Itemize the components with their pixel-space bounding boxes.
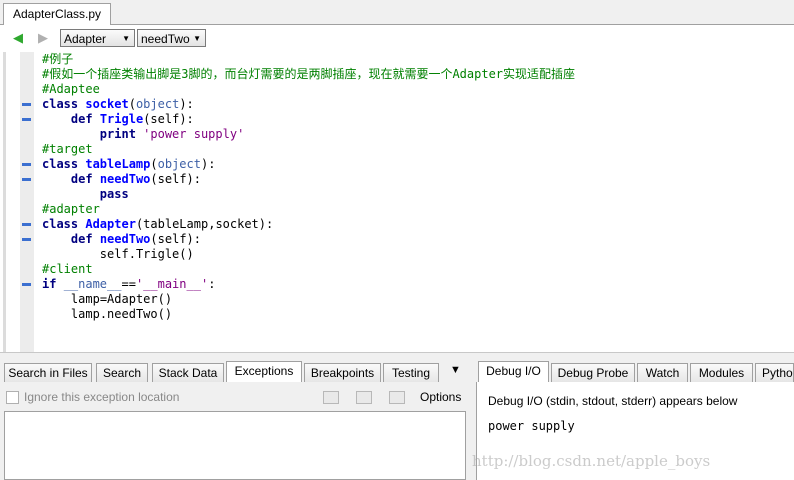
comment-token: #adapter: [42, 202, 100, 216]
definition-name-token: tableLamp: [85, 157, 151, 171]
fold-marker-icon[interactable]: [22, 283, 31, 286]
code-line: if __name__=='__main__':: [42, 277, 216, 291]
exception-icon[interactable]: [356, 391, 372, 404]
tab-breakpoints[interactable]: Breakpoints: [304, 363, 381, 382]
code-line: def needTwo(self):: [70, 232, 201, 246]
tab-search-in-files[interactable]: Search in Files: [4, 363, 92, 382]
ignore-exception-checkbox[interactable]: [6, 391, 19, 404]
tab-exceptions[interactable]: Exceptions: [226, 361, 302, 383]
comment-token: #client: [42, 262, 93, 276]
code-line: #例子: [42, 52, 575, 67]
panel-splitter[interactable]: [0, 352, 794, 361]
code-line: lamp.needTwo(): [70, 307, 173, 321]
comment-token: #例子: [42, 52, 74, 66]
code-line: #假如一个插座类输出脚是3脚的，而台灯需要的是两脚插座，现在就需要一个Adapt…: [42, 67, 575, 82]
code-line: def needTwo(self):: [70, 172, 201, 186]
editor-gutter: [0, 52, 34, 352]
string-token: '__main__': [135, 277, 209, 291]
code-line: class tableLamp(object):: [42, 157, 216, 171]
class-scope-dropdown[interactable]: Adapter ▼: [60, 29, 135, 47]
definition-name-token: Trigle: [99, 112, 144, 126]
comment-token: #假如一个插座类输出脚是3脚的，而台灯需要的是两脚插座，现在就需要一个Adapt…: [42, 67, 576, 81]
fold-marker-icon[interactable]: [22, 238, 31, 241]
fold-column: [20, 52, 34, 352]
exception-icon[interactable]: [389, 391, 405, 404]
editor-tab-bar: AdapterClass.py: [0, 0, 794, 26]
tab-modules[interactable]: Modules: [690, 363, 753, 382]
string-token: 'power supply': [143, 127, 245, 141]
watermark-text: http://blog.csdn.net/apple_boys: [472, 452, 711, 470]
fold-marker-icon[interactable]: [22, 178, 31, 181]
tool-tab-bar-right: Debug I/O Debug Probe Watch Modules Pyth…: [476, 361, 794, 383]
navigation-toolbar: ◀ ▶ Adapter ▼ needTwo ▼: [0, 25, 794, 52]
keyword-token: pass: [99, 187, 129, 201]
comment-token: #target: [42, 142, 93, 156]
keyword-token: def: [70, 232, 93, 246]
builtin-token: object: [135, 97, 180, 111]
keyword-token: class: [42, 97, 79, 111]
fold-marker-icon[interactable]: [22, 118, 31, 121]
builtin-token: __name__: [63, 277, 122, 291]
tool-tab-bar-left: Search in Files Search Stack Data Except…: [0, 361, 469, 383]
code-line: #target: [42, 142, 575, 157]
code-line: lamp=Adapter(): [70, 292, 173, 306]
code-line: class socket(object):: [42, 97, 194, 111]
keyword-token: print: [99, 127, 136, 141]
tab-search[interactable]: Search: [96, 363, 148, 382]
builtin-token: object: [157, 157, 201, 171]
code-editor[interactable]: #例子 #假如一个插座类输出脚是3脚的，而台灯需要的是两脚插座，现在就需要一个A…: [0, 52, 794, 352]
code-line: #Adaptee: [42, 82, 575, 97]
exception-details-area[interactable]: [4, 411, 466, 480]
code-line: self.Trigle(): [99, 247, 194, 261]
gutter-strip: [3, 52, 6, 352]
back-arrow-icon[interactable]: ◀: [10, 30, 26, 46]
tab-stack-data[interactable]: Stack Data: [152, 363, 224, 382]
code-line: #client: [42, 262, 575, 277]
definition-name-token: needTwo: [99, 172, 151, 186]
definition-name-token: socket: [85, 97, 129, 111]
debug-io-output[interactable]: power supply: [488, 419, 575, 433]
code-text[interactable]: #例子 #假如一个插座类输出脚是3脚的，而台灯需要的是两脚插座，现在就需要一个A…: [42, 52, 575, 322]
method-scope-dropdown[interactable]: needTwo ▼: [137, 29, 206, 47]
code-line: pass: [42, 187, 575, 202]
file-tab-adapterclass[interactable]: AdapterClass.py: [3, 3, 112, 26]
exceptions-panel: Ignore this exception location Options: [0, 382, 469, 480]
forward-arrow-icon[interactable]: ▶: [35, 30, 51, 46]
code-line: #adapter: [42, 202, 575, 217]
method-scope-value: needTwo: [141, 32, 190, 46]
class-scope-value: Adapter: [64, 32, 107, 46]
fold-marker-icon[interactable]: [22, 223, 31, 226]
keyword-token: if: [42, 277, 57, 291]
chevron-down-icon: ▼: [122, 34, 130, 43]
code-line: class Adapter(tableLamp,socket):: [42, 217, 274, 231]
code-line: def Trigle(self):: [70, 112, 194, 126]
code-line: print 'power supply': [42, 127, 575, 142]
ignore-exception-label: Ignore this exception location: [24, 390, 180, 404]
tab-testing[interactable]: Testing: [383, 363, 439, 382]
keyword-token: class: [42, 217, 79, 231]
tabs-menu-icon[interactable]: ▼: [450, 364, 461, 376]
comment-token: #Adaptee: [42, 82, 100, 96]
keyword-token: def: [70, 112, 93, 126]
debug-io-note: Debug I/O (stdin, stdout, stderr) appear…: [488, 394, 738, 408]
options-button[interactable]: Options: [420, 390, 461, 404]
tab-watch[interactable]: Watch: [637, 363, 688, 382]
tab-debug-probe[interactable]: Debug Probe: [551, 363, 635, 382]
fold-marker-icon[interactable]: [22, 103, 31, 106]
definition-name-token: needTwo: [99, 232, 151, 246]
fold-marker-icon[interactable]: [22, 163, 31, 166]
keyword-token: def: [70, 172, 93, 186]
chevron-down-icon: ▼: [193, 34, 201, 43]
tab-python-shell[interactable]: Pytho: [755, 363, 794, 382]
keyword-token: class: [42, 157, 79, 171]
exception-icon[interactable]: [323, 391, 339, 404]
tab-debug-io[interactable]: Debug I/O: [478, 361, 549, 383]
definition-name-token: Adapter: [85, 217, 136, 231]
